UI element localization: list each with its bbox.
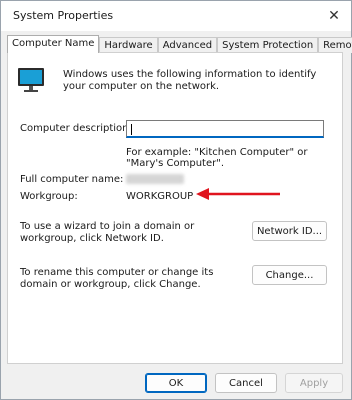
tab-advanced[interactable]: Advanced	[157, 37, 218, 53]
example-text: For example: "Kitchen Computer" or "Mary…	[126, 147, 308, 169]
workgroup-label: Workgroup:	[20, 191, 78, 202]
full-computer-name-value	[126, 174, 184, 184]
text-caret	[131, 124, 132, 135]
cancel-button[interactable]: Cancel	[215, 373, 277, 393]
tab-hardware[interactable]: Hardware	[99, 37, 158, 53]
full-name-label: Full computer name:	[20, 174, 124, 185]
tab-strip: Computer Name Hardware Advanced System P…	[7, 35, 352, 53]
workgroup-value: WORKGROUP	[126, 191, 194, 202]
description-label: Computer description:	[20, 123, 132, 134]
network-id-button[interactable]: Network ID...	[252, 221, 327, 241]
computer-description-input[interactable]	[126, 120, 324, 138]
change-button[interactable]: Change...	[252, 265, 327, 285]
window-title: System Properties	[13, 9, 114, 22]
network-id-text: To use a wizard to join a domain or work…	[20, 221, 195, 244]
title-bar: System Properties ✕	[1, 1, 351, 31]
tab-computer-name[interactable]: Computer Name	[7, 35, 100, 53]
tab-system-protection[interactable]: System Protection	[217, 37, 319, 53]
info-text: Windows uses the following information t…	[63, 69, 317, 92]
close-icon[interactable]: ✕	[317, 1, 351, 31]
tab-remote[interactable]: Remote	[318, 37, 352, 53]
dialog-body: Computer Name Hardware Advanced System P…	[1, 31, 352, 399]
monitor-icon	[18, 68, 44, 92]
apply-button[interactable]: Apply	[285, 373, 343, 393]
computer-name-panel: Windows uses the following information t…	[7, 52, 343, 364]
system-properties-window: System Properties ✕ Computer Name Hardwa…	[0, 0, 352, 400]
annotation-arrow-icon	[196, 188, 280, 200]
change-text: To rename this computer or change its do…	[20, 267, 214, 290]
ok-button[interactable]: OK	[145, 373, 207, 393]
